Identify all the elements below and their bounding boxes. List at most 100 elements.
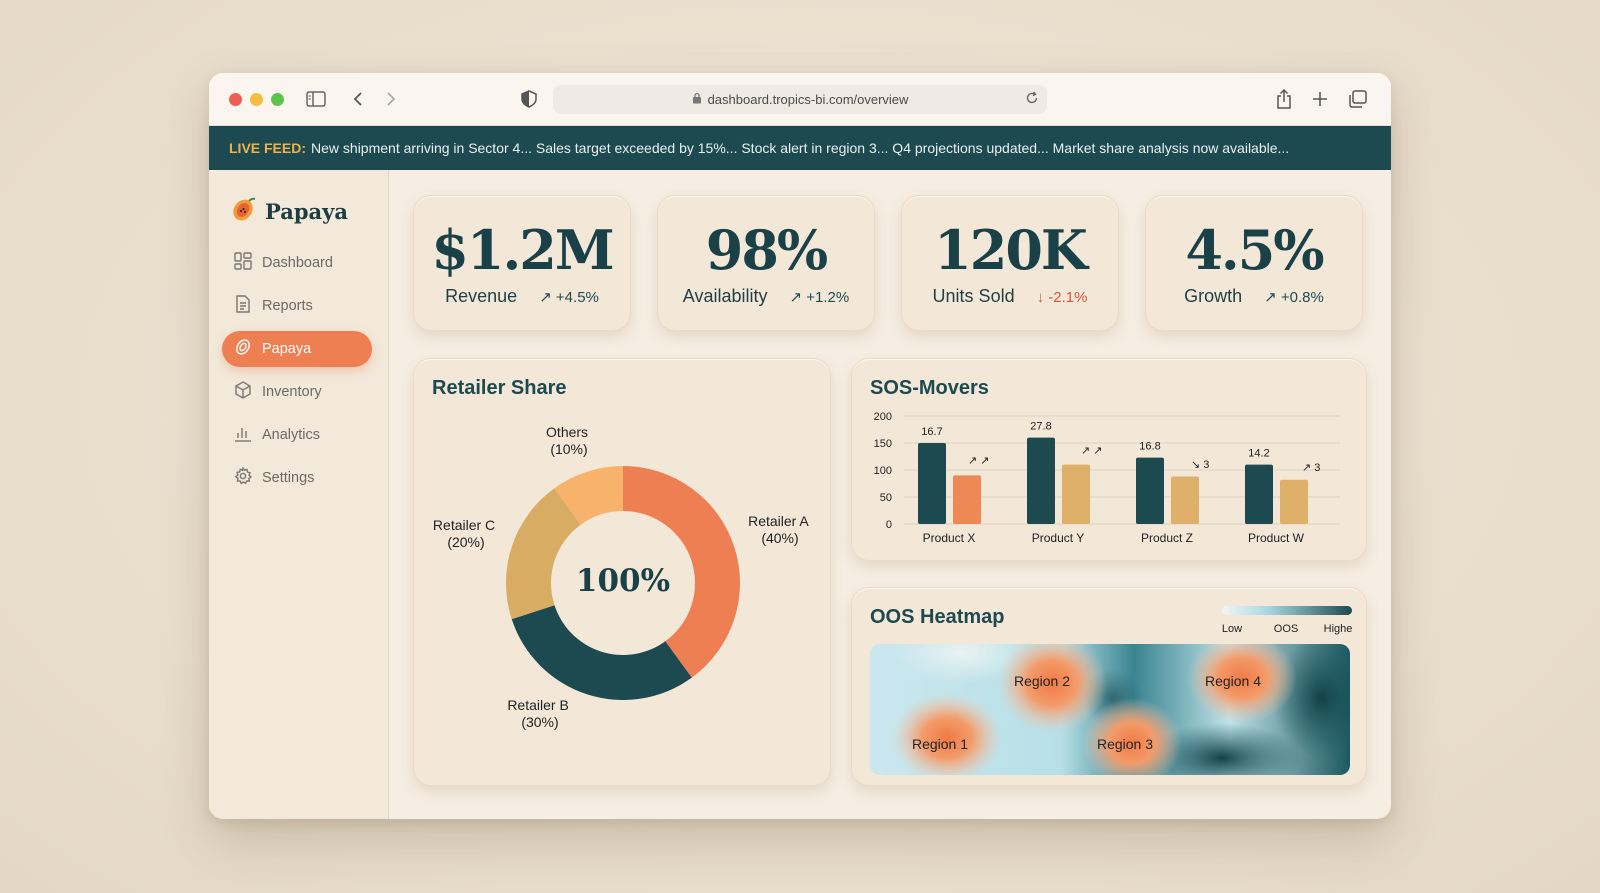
y-tick-label: 50 xyxy=(880,492,892,504)
maximize-window-button[interactable] xyxy=(271,93,284,106)
kpi-card-revenue[interactable]: $1.2M Revenue ↗ +4.5% xyxy=(413,195,631,331)
y-tick-label: 150 xyxy=(874,438,892,450)
x-tick-label: Product X xyxy=(923,531,976,545)
kpi-value: 4.5% xyxy=(1185,218,1324,282)
kpi-change: ↓ -2.1% xyxy=(1036,289,1088,306)
sidebar-item-label: Papaya xyxy=(262,341,312,357)
y-tick-label: 0 xyxy=(886,519,892,531)
live-feed-ticker: LIVE FEED: New shipment arriving in Sect… xyxy=(209,126,1391,170)
new-tab-icon[interactable] xyxy=(1308,87,1332,111)
retailer-share-chart: 100% Others (10%) Retailer A (40%) Retai… xyxy=(433,424,812,730)
kpi-card-units-sold[interactable]: 120K Units Sold ↓ -2.1% xyxy=(901,195,1119,331)
document-icon xyxy=(234,295,252,317)
bar-product-y-s2[interactable] xyxy=(1062,464,1090,524)
bar-annotation: ↗ ↗ xyxy=(1081,445,1103,457)
region-label: Region 2 xyxy=(1014,673,1070,689)
papaya-icon xyxy=(234,338,252,360)
sidebar-item-settings[interactable]: Settings xyxy=(222,460,372,496)
donut-slice-retailer-b[interactable] xyxy=(511,605,692,700)
sidebar-item-label: Analytics xyxy=(262,427,321,443)
sidebar-item-papaya[interactable]: Papaya xyxy=(222,331,372,367)
browser-titlebar: dashboard.tropics-bi.com/overview xyxy=(209,73,1391,126)
sidebar-item-label: Reports xyxy=(262,298,313,314)
sidebar-item-analytics[interactable]: Analytics xyxy=(222,417,372,453)
shield-icon[interactable] xyxy=(517,87,541,111)
kpi-change: ↗ +1.2% xyxy=(789,289,850,306)
kpi-value: $1.2M xyxy=(431,218,614,282)
back-arrow-icon[interactable] xyxy=(346,87,370,111)
kpi-card-growth[interactable]: 4.5% Growth ↗ +0.8% xyxy=(1145,195,1363,331)
sidebar-toggle-icon[interactable] xyxy=(304,87,328,111)
bar-product-z-s2[interactable] xyxy=(1171,476,1199,524)
kpi-card-availability[interactable]: 98% Availability ↗ +1.2% xyxy=(657,195,875,331)
bar-product-x-s2[interactable] xyxy=(953,475,981,524)
slice-label-others: Others (10%) xyxy=(546,424,592,457)
close-window-button[interactable] xyxy=(229,93,242,106)
region-label: Region 4 xyxy=(1205,673,1261,689)
share-icon[interactable] xyxy=(1272,87,1296,111)
legend-label-oos: OOS xyxy=(1274,623,1298,635)
kpi-change: ↗ +0.8% xyxy=(1264,289,1324,306)
reload-icon[interactable] xyxy=(1025,91,1039,108)
legend-label-high: Highe xyxy=(1324,623,1353,635)
sidebar-item-label: Dashboard xyxy=(262,255,333,271)
sidebar-item-dashboard[interactable]: Dashboard xyxy=(222,245,372,281)
retailer-share-card: Retailer Share 100% Others (10%) Retaile… xyxy=(413,358,831,786)
bar-product-w-s1[interactable] xyxy=(1245,464,1273,524)
kpi-value: 98% xyxy=(705,218,828,282)
bar-product-x-s1[interactable] xyxy=(918,443,946,524)
bar-chart-icon xyxy=(234,424,252,446)
box-icon xyxy=(234,381,252,403)
sidebar-item-label: Settings xyxy=(262,470,315,486)
x-tick-label: Product Y xyxy=(1032,531,1084,545)
oos-heatmap-card: OOS Heatmap Low OOS Highe Region 2 Regio… xyxy=(851,587,1367,786)
kpi-label: Units Sold xyxy=(932,286,1015,306)
slice-label-retailer-b: Retailer B (30%) xyxy=(507,697,572,730)
region-label: Region 1 xyxy=(912,736,968,752)
address-bar[interactable]: dashboard.tropics-bi.com/overview xyxy=(553,85,1047,114)
oos-heatmap: Low OOS Highe Region 2 Region 1 Region 3… xyxy=(870,606,1353,775)
sos-movers-chart: ↗ ↗ ↗ ↗ ↘ 3 ↗ 3 0 50 100 150 200 16.7 Product … xyxy=(874,411,1340,545)
browser-window: dashboard.tropics-bi.com/overview LIVE F… xyxy=(209,73,1391,819)
brand-name: Papaya xyxy=(265,199,348,224)
kpi-change: ↗ +4.5% xyxy=(539,289,599,306)
bar-value-label: 14.2 xyxy=(1248,448,1269,460)
slice-label-retailer-c: Retailer C (20%) xyxy=(433,517,499,550)
bar-annotation: ↗ 3 xyxy=(1302,462,1320,474)
sidebar-item-inventory[interactable]: Inventory xyxy=(222,374,372,410)
donut-center-label: 100% xyxy=(576,563,670,599)
bar-value-label: 27.8 xyxy=(1030,421,1051,433)
y-tick-label: 200 xyxy=(874,411,892,423)
y-tick-label: 100 xyxy=(874,465,892,477)
x-tick-label: Product Z xyxy=(1141,531,1193,545)
kpi-label: Growth xyxy=(1184,286,1243,306)
bar-annotation: ↘ 3 xyxy=(1191,459,1209,471)
sidebar: Papaya Dashboard Reports Papaya Inventor… xyxy=(209,170,389,819)
sos-movers-card: SOS-Movers ↗ ↗ ↗ ↗ ↘ 3 ↗ 3 0 50 100 150 200 1… xyxy=(851,358,1367,561)
kpi-label: Availability xyxy=(682,286,768,306)
bar-value-label: 16.8 xyxy=(1139,441,1160,453)
heatmap-legend-bar xyxy=(1222,606,1352,615)
bar-product-y-s1[interactable] xyxy=(1027,437,1055,524)
papaya-logo-icon xyxy=(231,196,257,227)
bar-product-w-s2[interactable] xyxy=(1280,479,1308,524)
live-feed-text: New shipment arriving in Sector 4... Sal… xyxy=(311,140,1290,156)
legend-label-low: Low xyxy=(1222,623,1242,635)
kpi-label: Revenue xyxy=(445,286,518,306)
region-label: Region 3 xyxy=(1097,736,1153,752)
bar-product-z-s1[interactable] xyxy=(1136,457,1164,524)
grid-icon xyxy=(234,252,252,274)
bar-annotation: ↗ ↗ xyxy=(968,455,990,467)
tab-overview-icon[interactable] xyxy=(1346,87,1370,111)
brand[interactable]: Papaya xyxy=(231,196,348,227)
sidebar-item-label: Inventory xyxy=(262,384,322,400)
kpi-value: 120K xyxy=(934,218,1088,282)
lock-icon xyxy=(692,92,702,107)
gear-icon xyxy=(234,466,253,489)
live-feed-label: LIVE FEED: xyxy=(229,140,307,156)
sidebar-item-reports[interactable]: Reports xyxy=(222,288,372,324)
forward-arrow-icon[interactable] xyxy=(379,87,403,111)
minimize-window-button[interactable] xyxy=(250,93,263,106)
url-text: dashboard.tropics-bi.com/overview xyxy=(707,92,909,107)
slice-label-retailer-a: Retailer A (40%) xyxy=(748,513,812,546)
